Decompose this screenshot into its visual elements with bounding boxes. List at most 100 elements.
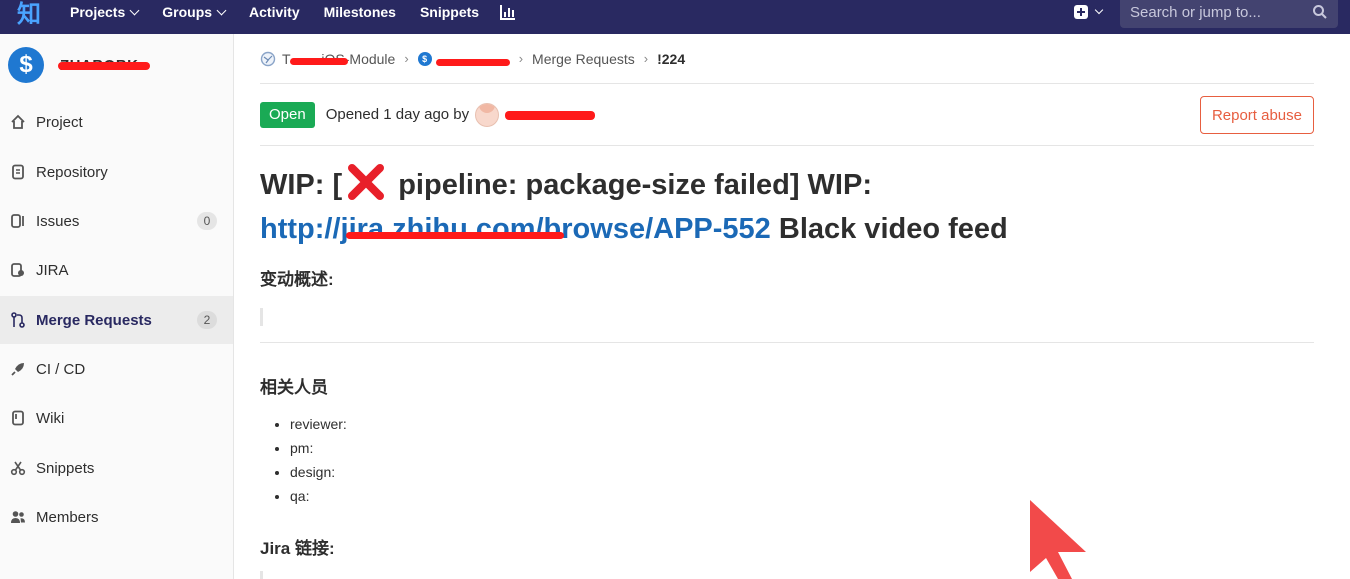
nav-activity[interactable]: Activity [237, 0, 312, 29]
jira-link-text: http://jira.zhihu.com/browse/APP-552 [260, 213, 771, 245]
issues-count-badge: 0 [197, 212, 217, 230]
breadcrumb-current[interactable]: !224 [657, 51, 685, 67]
sidebar-item-label: Merge Requests [36, 311, 152, 329]
sidebar-item-jira[interactable]: JIRA [0, 246, 233, 294]
chevron-down-icon [216, 5, 227, 15]
breadcrumb-project[interactable]: $ [417, 51, 510, 66]
sidebar-item-members[interactable]: Members [0, 493, 233, 541]
main-content: T iOS-Module › $ › Merge Requests › !224… [260, 34, 1314, 579]
sidebar-item-label: Repository [36, 163, 108, 181]
users-icon [11, 511, 25, 523]
chevron-down-icon [1094, 5, 1104, 15]
jira-heading: Jira 链接: [260, 539, 335, 558]
chevron-right-icon: › [643, 51, 649, 66]
project-avatar: $ [8, 47, 44, 83]
nav-milestones[interactable]: Milestones [312, 0, 408, 29]
sidebar-item-project[interactable]: Project [0, 98, 233, 146]
search-input[interactable]: Search or jump to... [1130, 4, 1312, 21]
title-suffix: Black video feed [770, 213, 1008, 245]
search-icon [1313, 5, 1327, 19]
sidebar-item-label: JIRA [36, 261, 69, 279]
redaction-mark [505, 110, 596, 120]
logo-glyph: 知 [17, 0, 41, 28]
sidebar-item-ci-cd[interactable]: CI / CD [0, 345, 233, 393]
sidebar-item-label: CI / CD [36, 360, 86, 378]
redaction-mark [435, 58, 510, 66]
people-heading: 相关人员 [260, 378, 328, 397]
sidebar-item-label: Wiki [36, 409, 65, 427]
redaction-mark [346, 232, 564, 239]
list-item: pm: [290, 436, 1314, 460]
description-heading: 变动概述: [260, 270, 334, 289]
project-avatar-small: $ [417, 51, 432, 66]
status-badge: Open [260, 101, 315, 128]
author-name[interactable] [505, 106, 596, 124]
divider [260, 342, 1314, 343]
mouse-pointer-icon [1030, 500, 1086, 579]
group-logo-icon [260, 51, 276, 66]
nav-analytics[interactable] [491, 0, 525, 29]
people-list: reviewer: pm: design: qa: [260, 412, 1314, 508]
author-avatar[interactable] [475, 102, 500, 127]
nav-activity-label: Activity [249, 4, 300, 20]
document-icon [12, 164, 24, 180]
merge-request-header: Open Opened 1 day ago by Report abuse [260, 84, 1314, 146]
sidebar-item-label: Members [36, 508, 99, 526]
merge-requests-count-badge: 2 [197, 311, 217, 329]
sidebar-item-label: Project [36, 113, 83, 131]
title-prefix: WIP: [ [260, 169, 343, 201]
sidebar-item-issues[interactable]: Issues 0 [0, 197, 233, 245]
list-item: design: [290, 460, 1314, 484]
scissors-icon [10, 461, 26, 476]
blockquote [260, 571, 1314, 579]
report-abuse-label: Report abuse [1211, 106, 1302, 124]
breadcrumb-merge-requests[interactable]: Merge Requests [532, 51, 635, 67]
bar-chart-icon [500, 5, 516, 20]
project-sidebar: $ ZHABOBK Project Repository Issues 0 JI… [0, 34, 234, 579]
redaction-mark [290, 57, 348, 65]
sidebar-item-wiki[interactable]: Wiki [0, 394, 233, 442]
list-item: reviewer: [290, 412, 1314, 436]
top-navbar: 知 Projects Groups Activity Milestones Sn… [0, 0, 1350, 34]
chevron-down-icon [129, 5, 140, 15]
chevron-right-icon: › [404, 51, 409, 66]
nav-projects-label: Projects [70, 4, 126, 20]
project-avatar-glyph: $ [19, 51, 33, 78]
sidebar-item-merge-requests[interactable]: Merge Requests 2 [0, 296, 233, 344]
site-logo[interactable]: 知 [0, 0, 58, 34]
sidebar-item-label: Issues [36, 212, 80, 230]
rocket-icon [11, 363, 24, 376]
home-icon [11, 114, 25, 129]
nav-groups-label: Groups [162, 4, 213, 20]
merge-request-title: WIP: [ pipeline: package-size failed] WI… [260, 162, 1314, 251]
jira-link[interactable]: http://jira.zhihu.com/browse/APP-552 [260, 213, 771, 245]
breadcrumb-group[interactable]: T iOS-Module [260, 51, 395, 67]
blockquote [260, 308, 1314, 326]
report-abuse-button[interactable]: Report abuse [1199, 96, 1314, 134]
sidebar-item-repository[interactable]: Repository [0, 148, 233, 196]
new-item-dropdown[interactable] [1068, 0, 1108, 24]
nav-milestones-label: Milestones [323, 4, 396, 20]
issues-icon [11, 214, 24, 228]
sidebar-item-snippets[interactable]: Snippets [0, 444, 233, 492]
nav-groups[interactable]: Groups [150, 0, 237, 29]
opened-text: Opened 1 day ago by [325, 106, 470, 123]
search-box[interactable]: Search or jump to... [1120, 0, 1338, 28]
failed-x-icon [348, 164, 385, 200]
nav-projects[interactable]: Projects [58, 0, 150, 29]
list-item: qa: [290, 484, 1314, 508]
book-icon [12, 410, 24, 426]
breadcrumb-current-label: !224 [657, 50, 686, 67]
sidebar-item-label: Snippets [36, 459, 95, 477]
nav-snippets-label: Snippets [419, 4, 480, 20]
breadcrumb: T iOS-Module › $ › Merge Requests › !224 [260, 34, 1314, 84]
merge-request-icon [11, 312, 25, 328]
project-name: ZHABOBK [58, 57, 150, 74]
jira-icon [11, 263, 24, 277]
chevron-right-icon: › [518, 51, 524, 66]
plus-icon [1074, 5, 1088, 19]
project-header[interactable]: $ ZHABOBK [0, 34, 233, 96]
nav-snippets[interactable]: Snippets [408, 0, 491, 29]
title-mid: pipeline: package-size failed] WIP: [390, 169, 872, 201]
redaction-mark [58, 61, 150, 70]
